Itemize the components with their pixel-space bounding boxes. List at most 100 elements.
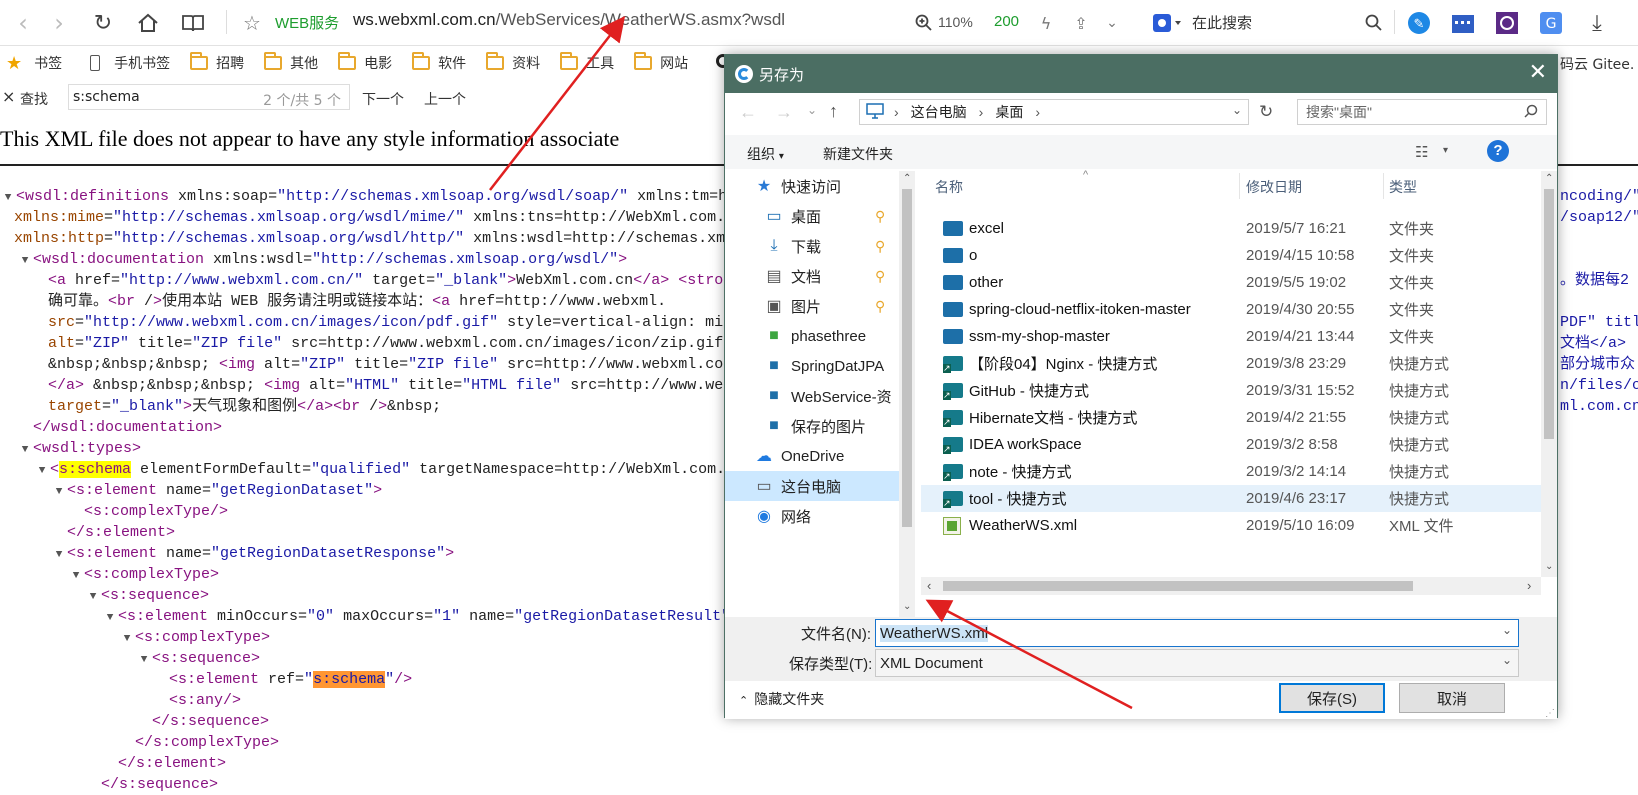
bookmark-gitee[interactable]: 码云 Gitee.: [1560, 54, 1634, 74]
bookmark-folder[interactable]: 其他: [264, 52, 318, 73]
file-row[interactable]: 【阶段04】Nginx - 快捷方式 2019/3/8 23:29 快捷方式: [921, 350, 1541, 377]
file-hscrollbar[interactable]: ‹ ›: [921, 577, 1541, 595]
nav-item[interactable]: ⤓ 下载 ⚲: [725, 231, 899, 261]
hide-folders-toggle[interactable]: ⌃ 隐藏文件夹: [739, 689, 824, 709]
file-row[interactable]: o 2019/4/15 10:58 文件夹: [921, 242, 1541, 269]
bookmark-folder[interactable]: 网站: [634, 52, 688, 73]
gear-extension-icon[interactable]: [1492, 8, 1522, 38]
filename-input[interactable]: WeatherWS.xml ⌄: [875, 619, 1519, 647]
chevron-down-icon[interactable]: ⌄: [1232, 103, 1242, 117]
search-engine-icon[interactable]: [1150, 8, 1184, 38]
expand-triangle-icon[interactable]: ▼: [0, 188, 16, 207]
back-icon[interactable]: ‹: [8, 8, 38, 38]
file-row[interactable]: Hibernate文档 - 快捷方式 2019/4/2 21:55 快捷方式: [921, 404, 1541, 431]
expand-triangle-icon[interactable]: ▼: [51, 545, 67, 564]
file-row[interactable]: ssm-my-shop-master 2019/4/21 13:44 文件夹: [921, 323, 1541, 350]
zoom-icon[interactable]: [912, 8, 936, 38]
cancel-button[interactable]: 取消: [1399, 683, 1505, 713]
back-icon[interactable]: ←: [739, 102, 757, 123]
bookmark-star[interactable]: ★ 书签: [6, 53, 62, 74]
expand-triangle-icon[interactable]: ▼: [119, 629, 135, 648]
refresh-icon[interactable]: ↻: [1259, 102, 1273, 122]
bookmark-folder[interactable]: 资料: [486, 52, 540, 73]
share-icon[interactable]: ⇪: [1070, 8, 1092, 38]
nav-item[interactable]: ☁ OneDrive: [725, 441, 899, 471]
expand-triangle-icon[interactable]: ▼: [136, 650, 152, 669]
file-scroll-thumb[interactable]: [1544, 189, 1554, 439]
file-row[interactable]: other 2019/5/5 19:02 文件夹: [921, 269, 1541, 296]
nav-item[interactable]: ▭ 桌面 ⚲: [725, 201, 899, 231]
lightning-icon[interactable]: ϟ: [1036, 8, 1056, 38]
new-folder-button[interactable]: 新建文件夹: [823, 144, 893, 164]
scroll-left-icon[interactable]: ‹: [927, 578, 931, 593]
expand-triangle-icon[interactable]: ▼: [17, 251, 33, 270]
forward-icon[interactable]: ›: [44, 8, 74, 38]
chevron-down-icon[interactable]: ⌄: [1502, 623, 1512, 637]
nav-item[interactable]: ★ 快速访问: [725, 171, 899, 201]
chevron-down-icon[interactable]: ⌄: [807, 103, 817, 117]
search-input[interactable]: 在此搜索: [1192, 12, 1252, 33]
file-row[interactable]: WeatherWS.xml 2019/5/10 16:09 XML 文件: [921, 512, 1541, 539]
chevron-down-icon[interactable]: ⌄: [1102, 8, 1122, 38]
file-row[interactable]: spring-cloud-netflix-itoken-master 2019/4…: [921, 296, 1541, 323]
close-icon[interactable]: ×: [2, 87, 15, 106]
nav-item[interactable]: ▣ 图片 ⚲: [725, 291, 899, 321]
reader-icon[interactable]: [178, 8, 208, 38]
nav-item[interactable]: ▭ 这台电脑: [725, 471, 899, 501]
up-icon[interactable]: ↑: [829, 101, 838, 122]
file-row[interactable]: note - 快捷方式 2019/3/2 14:14 快捷方式: [921, 458, 1541, 485]
file-vscrollbar[interactable]: ⌃ ⌄: [1541, 171, 1557, 577]
expand-triangle-icon[interactable]: ▼: [102, 608, 118, 627]
file-row[interactable]: GitHub - 快捷方式 2019/3/31 15:52 快捷方式: [921, 377, 1541, 404]
nav-item[interactable]: ■ SpringDatJPA: [725, 351, 899, 381]
bookmark-mobile[interactable]: 手机书签: [90, 53, 170, 73]
breadcrumb-item[interactable]: 这台电脑: [911, 102, 967, 122]
find-prev-button[interactable]: 上一个: [424, 89, 466, 109]
download-icon[interactable]: ⤓: [1582, 8, 1612, 38]
forward-icon[interactable]: →: [775, 102, 793, 123]
nav-scrollbar[interactable]: ⌃ ⌄: [899, 171, 915, 617]
close-icon[interactable]: ✕: [1529, 59, 1547, 85]
dialog-search-input[interactable]: 搜索"桌面": [1297, 99, 1547, 125]
nav-item[interactable]: ■ WebService-资: [725, 381, 899, 411]
scroll-right-icon[interactable]: ›: [1527, 578, 1531, 593]
nav-scroll-thumb[interactable]: [902, 189, 912, 527]
translate-icon[interactable]: G: [1536, 8, 1566, 38]
address-box[interactable]: › 这台电脑 › 桌面 › ⌄: [859, 99, 1249, 125]
organize-button[interactable]: 组织 ▾: [747, 144, 784, 164]
file-row[interactable]: tool - 快捷方式 2019/4/6 23:17 快捷方式: [921, 485, 1541, 512]
expand-triangle-icon[interactable]: ▼: [34, 461, 50, 480]
nav-item[interactable]: ◉ 网络: [725, 501, 899, 531]
scroll-down-icon[interactable]: ⌄: [903, 601, 911, 612]
expand-triangle-icon[interactable]: ▼: [51, 482, 67, 501]
extension-icon[interactable]: ✎: [1404, 8, 1434, 38]
reload-icon[interactable]: ↻: [88, 8, 118, 38]
save-button[interactable]: 保存(S): [1279, 683, 1385, 713]
breadcrumb-item[interactable]: 桌面: [995, 102, 1023, 122]
column-date[interactable]: 修改日期: [1246, 177, 1302, 197]
help-icon[interactable]: ?: [1487, 140, 1509, 162]
nav-item[interactable]: ▤ 文档 ⚲: [725, 261, 899, 291]
find-next-button[interactable]: 下一个: [362, 89, 404, 109]
file-row[interactable]: IDEA workSpace 2019/3/2 8:58 快捷方式: [921, 431, 1541, 458]
nav-item[interactable]: ■ phasethree: [725, 321, 899, 351]
file-row[interactable]: excel 2019/5/7 16:21 文件夹: [921, 215, 1541, 242]
bookmark-folder[interactable]: 电影: [338, 52, 392, 73]
view-options-icon[interactable]: ☷: [1415, 143, 1428, 161]
home-icon[interactable]: [133, 8, 163, 38]
scroll-up-icon[interactable]: ⌃: [1545, 173, 1553, 184]
zoom-level[interactable]: 110%: [938, 14, 973, 30]
filetype-select[interactable]: XML Document ⌄: [875, 649, 1519, 677]
caret-down-icon[interactable]: ▾: [1443, 145, 1448, 156]
file-hscroll-thumb[interactable]: [943, 581, 1413, 591]
nav-item[interactable]: ■ 保存的图片: [725, 411, 899, 441]
bookmark-folder[interactable]: 招聘: [190, 52, 244, 73]
chevron-down-icon[interactable]: ⌄: [1502, 653, 1512, 667]
calendar-extension-icon[interactable]: [1448, 8, 1478, 38]
resize-grip-icon[interactable]: ⋰: [1545, 708, 1555, 719]
column-type[interactable]: 类型: [1389, 177, 1417, 197]
expand-triangle-icon[interactable]: ▼: [17, 440, 33, 459]
expand-triangle-icon[interactable]: ▼: [85, 587, 101, 606]
search-icon[interactable]: [1362, 8, 1386, 38]
star-icon[interactable]: ☆: [238, 8, 266, 38]
